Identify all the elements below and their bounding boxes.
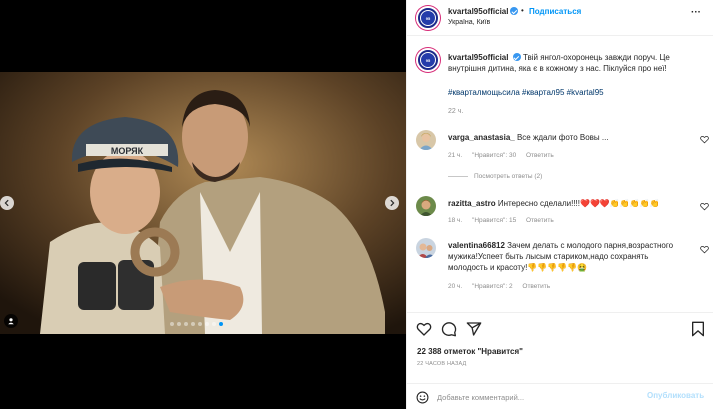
carousel-dot <box>184 322 188 326</box>
carousel-dot <box>191 322 195 326</box>
likes-count[interactable]: 22 388 отметок "Нравится" <box>417 347 523 356</box>
comment-text: Все ждали фото Вовы ... <box>516 133 609 142</box>
comment-time: 21 ч. <box>448 152 463 159</box>
verified-icon <box>512 53 521 61</box>
like-heart-icon[interactable] <box>416 321 432 337</box>
comment-text: Интересно сделали!!!!❤️❤️❤️👏👏👏👏👏 <box>497 199 660 208</box>
carousel-dot <box>212 322 216 326</box>
header-separator: • <box>521 6 524 15</box>
commenter-username[interactable]: razitta_astro <box>448 199 496 208</box>
verified-icon <box>510 7 519 15</box>
tagged-users-button[interactable] <box>4 314 18 328</box>
kvartal-logo-icon: 95 <box>420 10 436 26</box>
post-caption: kvartal95official Твій янгол-охоронець з… <box>448 52 706 74</box>
user-icon <box>8 318 14 325</box>
reply-button[interactable]: Ответить <box>522 283 550 290</box>
caption-username[interactable]: kvartal95official <box>448 53 508 62</box>
comment-item: valentina66812 Зачем делать с молодого п… <box>416 238 711 298</box>
comment-item: razitta_astro Интересно сделали!!!!❤️❤️❤… <box>416 196 711 228</box>
photo-image: МОРЯК <box>0 72 406 334</box>
carousel-dot <box>219 322 223 326</box>
comment-time: 18 ч. <box>448 217 463 224</box>
avatar-image <box>416 196 436 216</box>
comment-meta: 20 ч. "Нравится": 2 Ответить <box>448 283 558 290</box>
comment-likes[interactable]: "Нравится": 2 <box>472 283 513 290</box>
comment-likes[interactable]: "Нравится": 15 <box>472 217 516 224</box>
comment-body: varga_anastasia_ Все ждали фото Вовы ... <box>448 132 688 143</box>
avatar-image <box>416 238 436 258</box>
carousel-dot <box>170 322 174 326</box>
post-side-panel: 95 kvartal95official • Подписаться Украї… <box>406 0 713 409</box>
replies-divider <box>448 176 468 177</box>
view-replies-label[interactable]: Посмотреть ответы (2) <box>474 173 542 180</box>
comment-body: razitta_astro Интересно сделали!!!!❤️❤️❤… <box>448 198 688 209</box>
comment-time: 20 ч. <box>448 283 463 290</box>
commenter-avatar[interactable] <box>416 238 436 258</box>
heart-icon[interactable] <box>700 135 709 144</box>
post-timestamp: 22 ЧАСОВ НАЗАД <box>417 361 467 367</box>
carousel-dot <box>205 322 209 326</box>
kvartal-logo-icon: 95 <box>420 52 436 68</box>
caption-hashtags[interactable]: #кварталмощьсила #квартал95 #kvartal95 <box>448 88 706 98</box>
chevron-right-icon <box>390 199 395 207</box>
cap-text: МОРЯК <box>111 146 144 156</box>
commenter-avatar[interactable] <box>416 130 436 150</box>
avatar-image <box>416 130 436 150</box>
avatar-text: 95 <box>425 57 431 63</box>
commenter-username[interactable]: varga_anastasia_ <box>448 133 515 142</box>
carousel-dot <box>177 322 181 326</box>
post-media: МОРЯК <box>0 0 406 409</box>
share-paper-plane-icon[interactable] <box>466 321 482 337</box>
commenter-username[interactable]: valentina66812 <box>448 241 505 250</box>
bookmark-icon[interactable] <box>690 321 706 337</box>
follow-button[interactable]: Подписаться <box>529 7 581 16</box>
caption-time: 22 ч. <box>448 108 464 115</box>
view-replies-button[interactable]: Посмотреть ответы (2) <box>448 173 542 180</box>
heart-icon[interactable] <box>700 245 709 254</box>
comment-body: valentina66812 Зачем делать с молодого п… <box>448 240 688 273</box>
carousel-dots <box>170 322 223 326</box>
post-photo[interactable]: МОРЯК <box>0 72 406 334</box>
comment-icon[interactable] <box>441 321 457 337</box>
caption-avatar[interactable]: 95 <box>416 48 440 72</box>
more-options-icon[interactable]: ··· <box>691 8 701 18</box>
reply-button[interactable]: Ответить <box>526 152 554 159</box>
prev-photo-button[interactable] <box>0 196 14 210</box>
comment-input[interactable] <box>437 389 637 405</box>
heart-icon[interactable] <box>700 202 709 211</box>
comment-meta: 21 ч. "Нравится": 30 Ответить <box>448 152 562 159</box>
author-avatar[interactable]: 95 <box>416 6 440 30</box>
author-username[interactable]: kvartal95official <box>448 7 519 16</box>
emoji-icon[interactable] <box>416 391 429 404</box>
avatar-text: 95 <box>425 15 431 21</box>
post-actions: 22 388 отметок "Нравится" 22 ЧАСОВ НАЗАД… <box>407 312 713 409</box>
chevron-left-icon <box>4 199 9 207</box>
comment-likes[interactable]: "Нравится": 30 <box>472 152 516 159</box>
comment-item: varga_anastasia_ Все ждали фото Вовы ...… <box>416 130 711 190</box>
comment-form: Опубликовать <box>407 383 713 409</box>
next-photo-button[interactable] <box>385 196 399 210</box>
comment-meta: 18 ч. "Нравится": 15 Ответить <box>448 217 562 224</box>
post-header: 95 kvartal95official • Подписаться Украї… <box>407 0 713 36</box>
author-username-text[interactable]: kvartal95official <box>448 7 508 16</box>
publish-button[interactable]: Опубликовать <box>647 391 704 400</box>
carousel-dot <box>198 322 202 326</box>
reply-button[interactable]: Ответить <box>526 217 554 224</box>
location-link[interactable]: Україна, Київ <box>448 19 490 26</box>
commenter-avatar[interactable] <box>416 196 436 216</box>
